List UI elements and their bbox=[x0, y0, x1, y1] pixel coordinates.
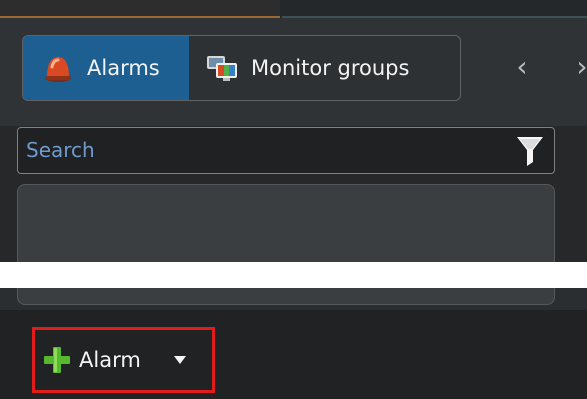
add-alarm-label: Alarm bbox=[79, 348, 141, 372]
alarm-list-background bbox=[0, 288, 587, 310]
search-placeholder: Search bbox=[26, 138, 95, 162]
previous-button[interactable]: ‹ bbox=[507, 49, 537, 85]
screenshot-gap bbox=[0, 262, 587, 288]
caret-down-icon[interactable] bbox=[173, 355, 187, 365]
search-input[interactable]: Search bbox=[17, 127, 555, 174]
monitor-groups-icon bbox=[207, 56, 237, 81]
tab-monitor-groups[interactable]: Monitor groups bbox=[189, 36, 460, 100]
tab-alarms-label: Alarms bbox=[87, 56, 160, 80]
tab-alarms[interactable]: Alarms bbox=[23, 36, 189, 100]
top-accent-right bbox=[282, 0, 587, 18]
window-top-strip bbox=[0, 0, 587, 18]
chevron-left-icon: ‹ bbox=[516, 50, 528, 83]
plus-icon bbox=[44, 347, 70, 373]
panel-tab-group: Alarms Monitor groups bbox=[22, 35, 461, 101]
alarms-panel: Alarms Monitor groups ‹ › Search bbox=[0, 18, 587, 264]
search-region: Search bbox=[0, 126, 587, 264]
tab-monitor-groups-label: Monitor groups bbox=[251, 56, 410, 80]
next-button[interactable]: › bbox=[567, 49, 587, 85]
top-accent-left bbox=[0, 0, 280, 18]
alarm-siren-icon bbox=[45, 57, 71, 82]
add-alarm-button[interactable]: Alarm bbox=[32, 327, 215, 393]
alarm-toolbar: Alarm bbox=[0, 310, 587, 399]
alarms-panel-lower: Alarm bbox=[0, 288, 587, 399]
chevron-right-icon: › bbox=[576, 50, 587, 83]
filter-icon[interactable] bbox=[516, 135, 544, 167]
alarm-list[interactable] bbox=[17, 184, 555, 264]
alarm-list-bottom[interactable] bbox=[17, 288, 555, 305]
